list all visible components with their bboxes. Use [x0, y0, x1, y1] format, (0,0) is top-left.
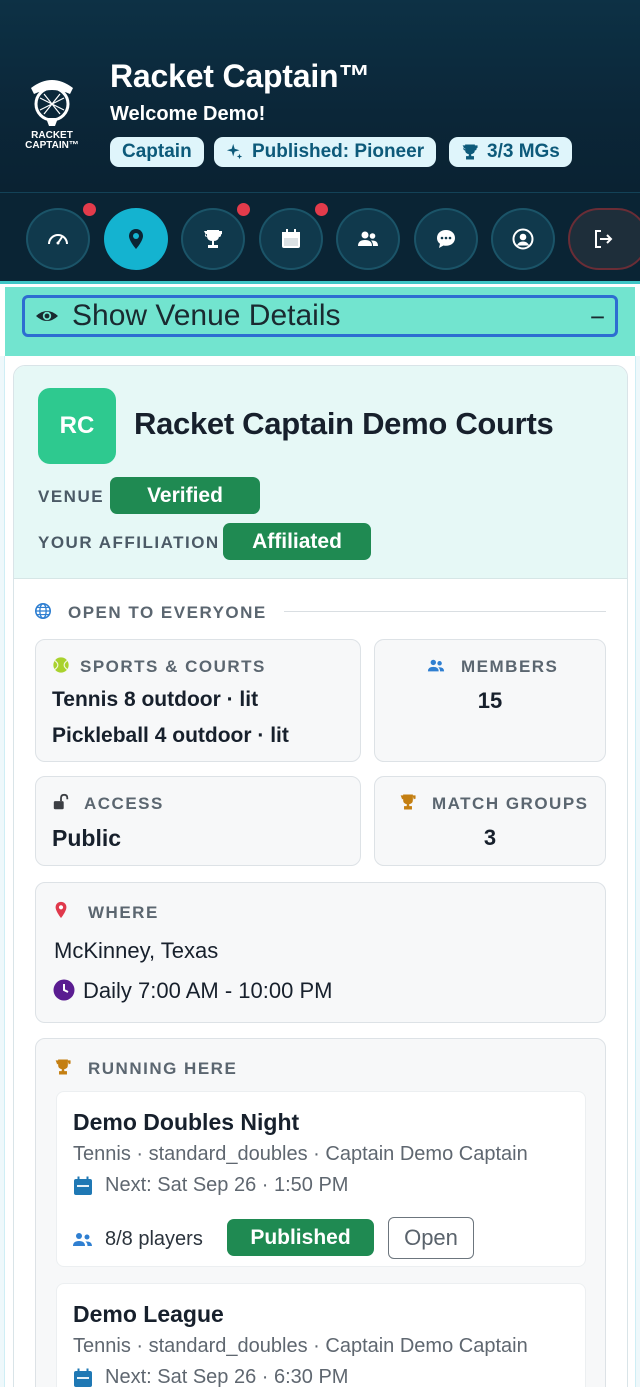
notification-dot: [235, 201, 252, 218]
nav-venues[interactable]: [104, 208, 168, 270]
players-count: 8/8 players: [105, 1228, 203, 1250]
racket-captain-logo: RACKET CAPTAIN™: [25, 80, 79, 151]
nav-calendar[interactable]: [259, 208, 323, 270]
venue-label: VENUE: [38, 487, 105, 506]
trophy-icon: [400, 794, 416, 810]
where-label: WHERE: [88, 903, 159, 922]
sports-courts-box: SPORTS & COURTS Tennis 8 outdoor · lit P…: [35, 639, 361, 762]
location-pin-icon: [55, 901, 67, 919]
frame-left: [0, 356, 5, 1387]
match-next-date: Next: Sat Sep 26 · 6:30 PM: [105, 1366, 349, 1387]
where-box: WHERE McKinney, Texas Daily 7:00 AM - 10…: [35, 882, 606, 1023]
app-title: Racket Captain™: [110, 58, 371, 94]
people-icon: [73, 1233, 92, 1246]
nav-match-groups[interactable]: [181, 208, 245, 270]
venue-avatar: RC: [38, 388, 116, 464]
venue-details-toggle-bar: Show Venue Details −: [5, 287, 635, 356]
affiliation-label: YOUR AFFILIATION: [38, 533, 220, 552]
match-groups-badge: 3/3 MGs: [449, 137, 572, 167]
nav-logout[interactable]: [568, 208, 640, 270]
unlock-icon: [53, 793, 69, 810]
app-header: RACKET CAPTAIN™ Racket Captain™ Welcome …: [0, 0, 640, 192]
match-groups-count: 3: [483, 825, 497, 850]
people-icon: [358, 231, 378, 246]
match-groups-box: MATCH GROUPS 3: [374, 776, 606, 866]
speedometer-icon: [48, 234, 68, 245]
sport-line: Pickleball 4 outdoor · lit: [52, 724, 289, 747]
trophy-icon: [55, 1059, 71, 1075]
notification-dot: [313, 201, 330, 218]
match-title[interactable]: Demo Doubles Night: [73, 1109, 299, 1136]
match-meta: Tennis · standard_doubles · Captain Demo…: [73, 1143, 528, 1165]
match-next-date: Next: Sat Sep 26 · 1:50 PM: [105, 1174, 349, 1196]
calendar-icon: [74, 1176, 92, 1195]
people-icon: [427, 659, 445, 672]
match-groups-badge-label: 3/3 MGs: [487, 141, 560, 162]
running-here-box: RUNNING HERE Demo Doubles Night Tennis ·…: [35, 1038, 606, 1387]
match-group-card[interactable]: Demo Doubles Night Tennis · standard_dou…: [56, 1091, 586, 1267]
svg-text:CAPTAIN™: CAPTAIN™: [25, 140, 79, 151]
nav-messages[interactable]: [414, 208, 478, 270]
verified-badge: Verified: [110, 477, 260, 514]
welcome-text: Welcome Demo!: [110, 103, 266, 125]
access-value: Public: [52, 825, 122, 851]
published-badge-label: Published: Pioneer: [252, 141, 425, 162]
collapse-icon[interactable]: −: [590, 302, 605, 333]
running-here-label: RUNNING HERE: [88, 1059, 238, 1078]
calendar-icon: [282, 229, 300, 248]
match-title[interactable]: Demo League: [73, 1301, 224, 1328]
frame-right: [635, 356, 640, 1387]
sports-courts-label: SPORTS & COURTS: [80, 657, 266, 676]
nav-players[interactable]: [336, 208, 400, 270]
role-badge-label: Captain: [122, 141, 192, 162]
toggle-label: Show Venue Details: [72, 299, 341, 332]
match-groups-label: MATCH GROUPS: [432, 794, 589, 813]
published-badge: Published: Pioneer: [214, 137, 437, 167]
members-count: 15: [477, 688, 503, 713]
match-group-card[interactable]: Demo League Tennis · standard_doubles · …: [56, 1283, 586, 1387]
members-box: MEMBERS 15: [374, 639, 606, 762]
user-circle-icon: [512, 228, 534, 250]
sport-line: Tennis 8 outdoor · lit: [52, 688, 259, 711]
trophy-icon: [204, 230, 222, 248]
match-meta: Tennis · standard_doubles · Captain Demo…: [73, 1335, 528, 1357]
open-button[interactable]: Open: [388, 1217, 474, 1259]
role-badge: Captain: [110, 137, 204, 167]
location-pin-icon: [129, 229, 143, 249]
published-status-badge: Published: [227, 1219, 374, 1256]
venue-card: RC Racket Captain Demo Courts VENUE Veri…: [13, 365, 628, 1387]
venue-hours: Daily 7:00 AM - 10:00 PM: [83, 978, 333, 1003]
members-label: MEMBERS: [461, 657, 559, 676]
venue-location: McKinney, Texas: [54, 938, 219, 963]
notification-dot: [81, 201, 98, 218]
nav-dashboard[interactable]: [26, 208, 90, 270]
sparkle-icon: [226, 143, 243, 160]
access-label: ACCESS: [84, 794, 164, 813]
nav-profile[interactable]: [491, 208, 555, 270]
venue-card-header: RC Racket Captain Demo Courts VENUE Veri…: [14, 366, 627, 579]
divider: [284, 611, 606, 612]
main-nav: [0, 192, 640, 284]
calendar-icon: [74, 1368, 92, 1387]
show-venue-details-toggle[interactable]: Show Venue Details −: [22, 295, 618, 337]
access-box: ACCESS Public: [35, 776, 361, 866]
trophy-icon: [462, 144, 478, 160]
globe-icon: [34, 602, 52, 620]
affiliated-badge: Affiliated: [223, 523, 371, 560]
venue-name: Racket Captain Demo Courts: [134, 406, 554, 441]
openness-label: OPEN TO EVERYONE: [68, 603, 267, 622]
tennis-ball-icon: [53, 657, 69, 673]
logout-icon: [595, 230, 613, 248]
chat-icon: [437, 230, 455, 248]
eye-icon: [36, 311, 58, 321]
clock-icon: [53, 979, 75, 1001]
